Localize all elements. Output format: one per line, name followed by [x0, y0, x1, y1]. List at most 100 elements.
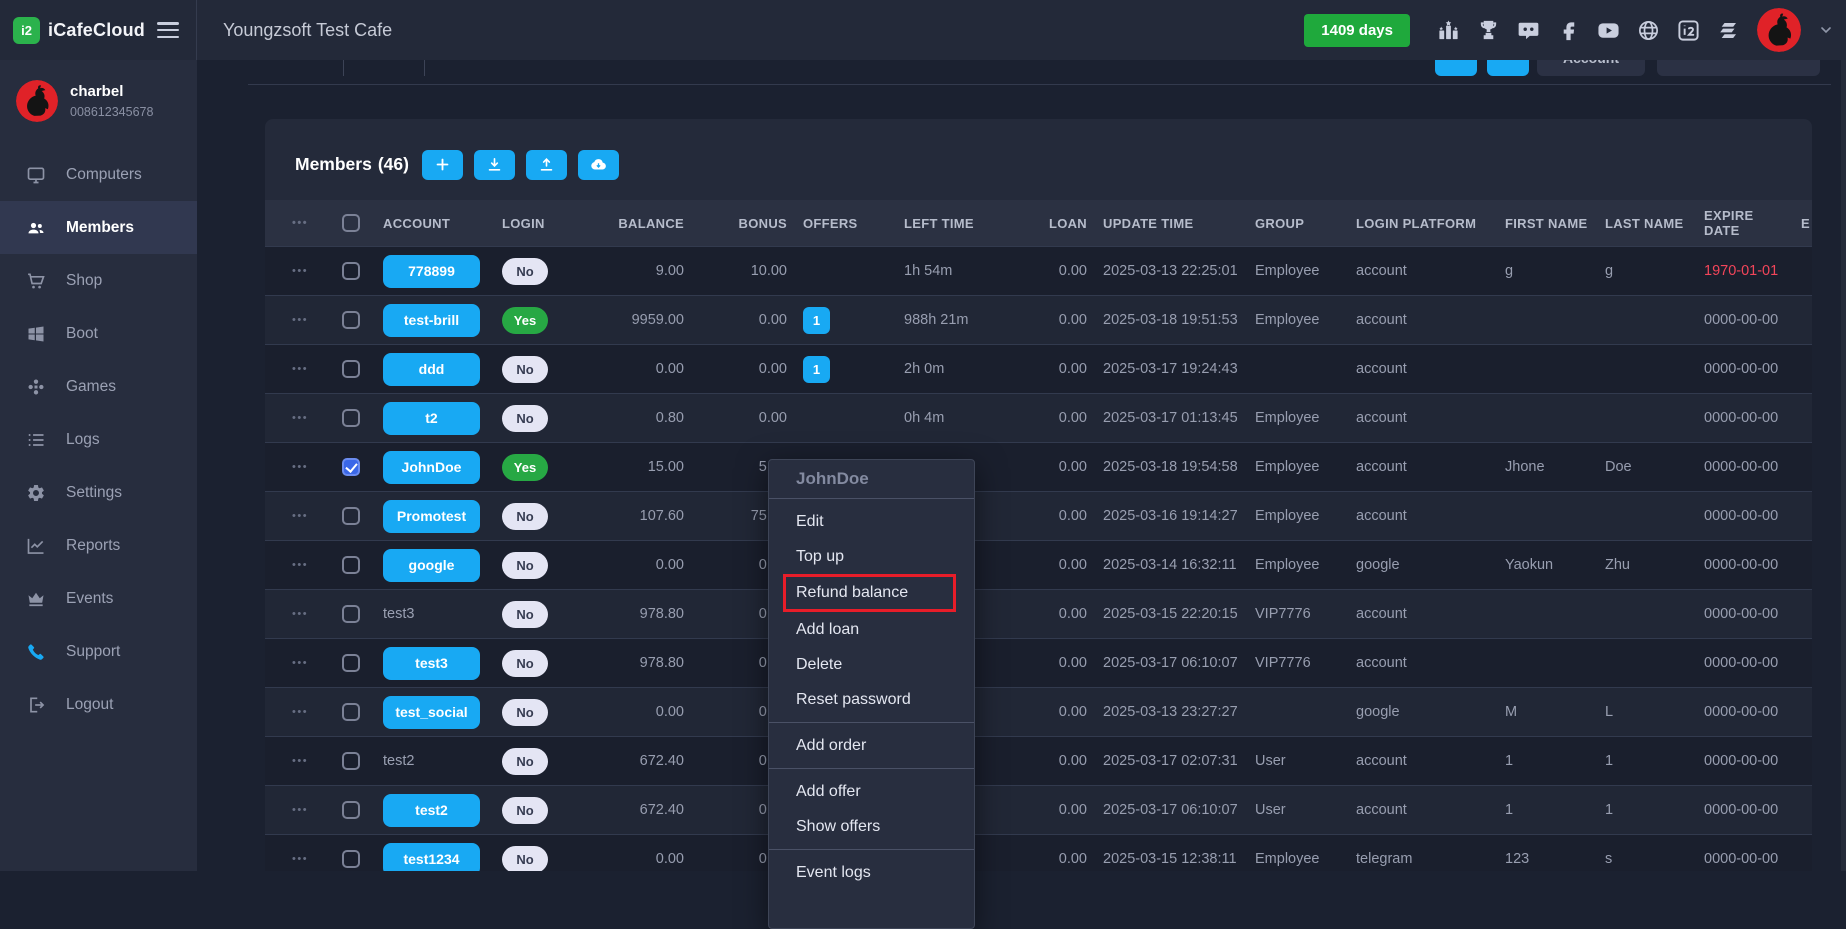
account-pill[interactable]: test-brill — [383, 304, 480, 337]
drag-handle-icon[interactable]: ••• — [292, 706, 308, 718]
row-checkbox[interactable] — [342, 507, 360, 525]
sidebar-item-reports[interactable]: Reports — [0, 519, 197, 572]
table-row[interactable]: •••JohnDoeYes15.005.001h 49m0.002025-03-… — [265, 442, 1812, 491]
context-menu-item-delete[interactable]: Delete — [769, 647, 974, 682]
layers-icon[interactable] — [1717, 19, 1740, 42]
youtube-icon[interactable] — [1597, 19, 1620, 42]
row-checkbox[interactable] — [342, 850, 360, 868]
export-members-button[interactable] — [526, 150, 567, 180]
context-menu-item-add-order[interactable]: Add order — [769, 728, 974, 763]
user-avatar[interactable] — [1757, 8, 1801, 52]
drag-handle-icon[interactable]: ••• — [292, 510, 308, 522]
row-checkbox[interactable] — [342, 654, 360, 672]
row-checkbox[interactable] — [342, 556, 360, 574]
table-row[interactable]: •••PromotestNo107.6075.000.002025-03-16 … — [265, 491, 1812, 540]
account-pill[interactable]: test3 — [383, 647, 480, 680]
drag-handle-icon[interactable]: ••• — [292, 608, 308, 620]
table-row[interactable]: •••googleNo0.000.000.002025-03-14 16:32:… — [265, 540, 1812, 589]
table-row[interactable]: •••test2No672.400.000.002025-03-17 02:07… — [265, 736, 1812, 785]
context-menu-item-refund-balance[interactable]: Refund balance — [783, 574, 956, 612]
sidebar-item-games[interactable]: Games — [0, 360, 197, 413]
drag-handle-icon[interactable]: ••• — [292, 314, 308, 326]
drag-handle-icon[interactable]: ••• — [292, 755, 308, 767]
facebook-icon[interactable] — [1557, 19, 1580, 42]
account-pill[interactable]: test1234 — [383, 843, 480, 872]
account-pill[interactable]: Promotest — [383, 500, 480, 533]
account-pill[interactable]: t2 — [383, 402, 480, 435]
context-menu-item-edit[interactable]: Edit — [769, 504, 974, 539]
icafecloud-icon[interactable] — [1677, 19, 1700, 42]
page-scrollbar[interactable] — [1841, 60, 1846, 871]
drag-handle-icon[interactable]: ••• — [292, 265, 308, 277]
drag-handle-icon[interactable]: ••• — [292, 657, 308, 669]
ranking-icon[interactable] — [1437, 19, 1460, 42]
offers-count-badge[interactable]: 1 — [803, 307, 830, 334]
sidebar-item-events[interactable]: Events — [0, 572, 197, 625]
account-pill[interactable]: test2 — [383, 794, 480, 827]
table-row[interactable]: •••dddNo0.000.0012h 0m0.002025-03-17 19:… — [265, 344, 1812, 393]
context-menu-item-add-offer[interactable]: Add offer — [769, 774, 974, 809]
drag-handle-icon[interactable]: ••• — [292, 559, 308, 571]
chevron-down-icon[interactable] — [1818, 22, 1834, 38]
drag-handle-icon[interactable]: ••• — [292, 412, 308, 424]
sidebar-item-support[interactable]: Support — [0, 625, 197, 678]
subscription-days-badge[interactable]: 1409 days — [1304, 14, 1410, 47]
table-row[interactable]: •••test1234No0.000.000.002025-03-15 12:3… — [265, 834, 1812, 871]
sidebar-item-logs[interactable]: Logs — [0, 413, 197, 466]
sidebar-item-settings[interactable]: Settings — [0, 466, 197, 519]
hamburger-menu-icon[interactable] — [157, 22, 179, 38]
account-pill[interactable]: google — [383, 549, 480, 582]
select-all-checkbox[interactable] — [342, 214, 360, 232]
row-checkbox[interactable] — [342, 311, 360, 329]
drag-handle-icon[interactable]: ••• — [292, 363, 308, 375]
trophy-icon[interactable] — [1477, 19, 1500, 42]
table-row[interactable]: •••test2No672.400.000.002025-03-17 06:10… — [265, 785, 1812, 834]
drag-handle-icon[interactable]: ••• — [292, 853, 308, 865]
sidebar-item-shop[interactable]: Shop — [0, 254, 197, 307]
context-menu-item-reset-password[interactable]: Reset password — [769, 682, 974, 717]
account-filter-dropdown[interactable]: Account — [1537, 60, 1645, 76]
table-row[interactable]: •••test-brillYes9959.000.001988h 21m0.00… — [265, 295, 1812, 344]
table-row[interactable]: •••778899No9.0010.001h 54m0.002025-03-13… — [265, 246, 1812, 295]
account-pill[interactable]: JohnDoe — [383, 451, 480, 484]
discord-icon[interactable] — [1517, 19, 1540, 42]
row-checkbox[interactable] — [342, 801, 360, 819]
toolbar-partial-button[interactable] — [1487, 60, 1529, 76]
row-checkbox[interactable] — [342, 605, 360, 623]
context-menu-item-top-up[interactable]: Top up — [769, 539, 974, 574]
drag-handle-icon[interactable]: ••• — [292, 804, 308, 816]
row-checkbox[interactable] — [342, 703, 360, 721]
sidebar-item-logout[interactable]: Logout — [0, 678, 197, 731]
table-row[interactable]: •••t2No0.800.000h 4m0.002025-03-17 01:13… — [265, 393, 1812, 442]
import-members-button[interactable] — [474, 150, 515, 180]
loan-cell: 0.00 — [1042, 443, 1092, 491]
table-row[interactable]: •••test3No978.800.000.002025-03-15 22:20… — [265, 589, 1812, 638]
row-checkbox[interactable] — [342, 360, 360, 378]
globe-icon[interactable] — [1637, 19, 1660, 42]
context-menu-item-add-loan[interactable]: Add loan — [769, 612, 974, 647]
balance-cell: 107.60 — [585, 492, 684, 540]
row-checkbox[interactable] — [342, 409, 360, 427]
table-row[interactable]: •••test3No978.800.000.002025-03-17 06:10… — [265, 638, 1812, 687]
sidebar-item-members[interactable]: Members — [0, 201, 197, 254]
row-checkbox[interactable] — [342, 752, 360, 770]
drag-handle-icon[interactable]: ••• — [292, 461, 308, 473]
row-checkbox[interactable] — [342, 458, 360, 476]
row-checkbox[interactable] — [342, 262, 360, 280]
toolbar-partial-button[interactable] — [1435, 60, 1477, 76]
sidebar-profile[interactable]: charbel 008612345678 — [0, 60, 197, 138]
search-field[interactable] — [1657, 60, 1820, 76]
sidebar-item-boot[interactable]: Boot — [0, 307, 197, 360]
account-pill[interactable]: 778899 — [383, 255, 480, 288]
sidebar-item-computers[interactable]: Computers — [0, 148, 197, 201]
offers-count-badge[interactable]: 1 — [803, 356, 830, 383]
app-logo[interactable]: i2 iCafeCloud — [13, 17, 145, 44]
account-pill[interactable]: test_social — [383, 696, 480, 729]
context-menu-item-show-offers[interactable]: Show offers — [769, 809, 974, 844]
context-menu-item-event-logs[interactable]: Event logs — [769, 855, 974, 890]
add-member-button[interactable] — [422, 150, 463, 180]
table-row[interactable]: •••test_socialNo0.000.000.002025-03-13 2… — [265, 687, 1812, 736]
cloud-sync-button[interactable] — [578, 150, 619, 180]
account-pill[interactable]: ddd — [383, 353, 480, 386]
last-name-cell — [1590, 590, 1690, 638]
